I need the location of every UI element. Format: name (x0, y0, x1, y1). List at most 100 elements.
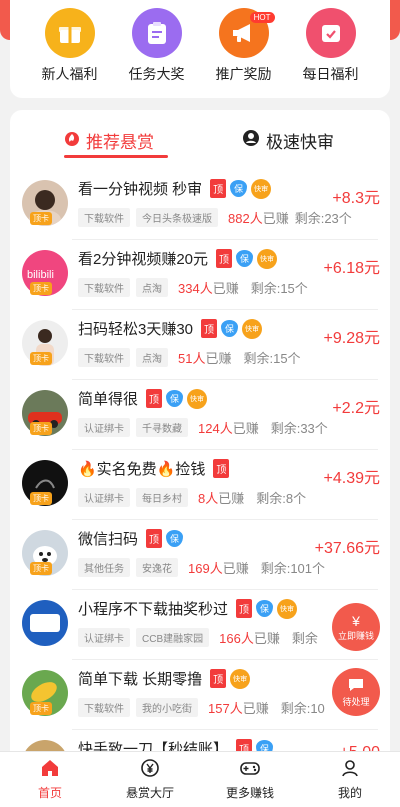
avatar-tag: 顶卡 (30, 352, 52, 365)
task-list-card: 推荐悬赏 极速快审 顶卡 看一分钟视频 秒审 顶 保 快审 下载软件 今日头条极… (10, 110, 390, 807)
tab-profile[interactable]: 我的 (300, 752, 400, 807)
tab-home[interactable]: 首页 (0, 752, 100, 807)
hot-badge: HOT (249, 12, 275, 23)
task-meta: 下载软件 点淘 334人已赚 剩余:15个 (78, 278, 308, 297)
task-reward: +6.18元 (323, 260, 381, 277)
quick-action-label: 新人福利 (41, 66, 98, 82)
earned-suffix: 已赚 (218, 491, 245, 506)
task-row[interactable]: 顶卡 扫码轻松3天赚30 顶 保 快审 下载软件 点淘 51人已赚 剩余:15个… (10, 310, 390, 380)
guarantee-badge: 保 (230, 180, 248, 197)
remaining: 剩余 (291, 631, 318, 646)
task-meta: 其他任务 安逸花 169人已赚 剩余:101个 (78, 558, 325, 577)
quick-action-label: 推广奖励 (215, 66, 272, 82)
fast-review-badge: 快审 (242, 318, 263, 339)
task-title: 扫码轻松3天赚30 (78, 321, 194, 338)
pending-label: 待处理 (342, 696, 370, 707)
task-title-line: 微信扫码 顶 保 (78, 528, 184, 549)
task-source: 点淘 (136, 278, 168, 297)
quick-action-daily[interactable]: 每日福利 (283, 8, 378, 84)
remaining: 剩余:15个 (250, 281, 308, 296)
task-title: 看一分钟视频 秒审 (78, 181, 203, 198)
task-title-line: 看一分钟视频 秒审 顶 保 快审 (78, 178, 272, 199)
remaining: 剩余:10 (280, 701, 325, 716)
home-icon (40, 758, 60, 781)
guarantee-badge: 保 (221, 320, 239, 337)
task-category: 认证绑卡 (78, 628, 130, 647)
task-source: 点淘 (136, 348, 168, 367)
pending-button[interactable]: 待处理 (332, 668, 380, 716)
task-title: 小程序不下载抽奖秒过 (78, 601, 229, 618)
task-row[interactable]: 顶卡 看一分钟视频 秒审 顶 保 快审 下载软件 今日头条极速版 882人已赚 … (10, 170, 390, 240)
task-row[interactable]: 顶卡 微信扫码 顶 保 其他任务 安逸花 169人已赚 剩余:101个 +37.… (10, 520, 390, 590)
task-meta: 下载软件 今日头条极速版 882人已赚 剩余:23个 (78, 208, 352, 227)
top-badge: 顶 (210, 179, 227, 198)
quick-action-label: 任务大奖 (128, 66, 185, 82)
remaining: 剩余:23个 (294, 211, 352, 226)
task-category: 认证绑卡 (78, 488, 130, 507)
top-badge: 顶 (210, 669, 227, 688)
task-source: 每日乡村 (136, 488, 188, 507)
tab-label: 推荐悬赏 (86, 133, 154, 152)
task-category: 下载软件 (78, 208, 130, 227)
task-title-line: 扫码轻松3天赚30 顶 保 快审 (78, 318, 263, 339)
remaining: 剩余:101个 (260, 561, 326, 576)
task-category: 下载软件 (78, 278, 130, 297)
app-page: 新人福利 任务大奖 HOT 推广奖励 每日福利 推荐悬赏 极速快审 顶卡 看一分… (0, 0, 400, 807)
earned-count: 157人 (208, 701, 243, 716)
chat-icon (347, 677, 365, 695)
quick-action-tasks[interactable]: 任务大奖 (109, 8, 204, 84)
tab-more-earn[interactable]: 更多赚钱 (200, 752, 300, 807)
task-category: 认证绑卡 (78, 418, 130, 437)
active-tab-indicator (64, 155, 168, 158)
task-reward: +2.2元 (332, 400, 380, 417)
top-badge: 顶 (236, 599, 253, 618)
earned-suffix: 已赚 (205, 351, 232, 366)
task-meta: 认证绑卡 千寻数藏 124人已赚 剩余:33个 (78, 418, 328, 437)
fast-review-badge: 快审 (251, 178, 272, 199)
earned-count: 334人 (178, 281, 213, 296)
top-badge: 顶 (216, 249, 233, 268)
tab-fast-review[interactable]: 极速快审 (242, 128, 334, 153)
gift-icon (44, 8, 95, 58)
earned-count: 169人 (188, 561, 223, 576)
clipboard-icon (131, 8, 182, 58)
tab-label: 首页 (37, 786, 62, 800)
task-title: 微信扫码 (78, 531, 139, 548)
tab-recommended[interactable]: 推荐悬赏 (64, 128, 154, 153)
earned-suffix: 已赚 (242, 701, 269, 716)
task-reward: +8.3元 (332, 190, 380, 207)
profile-icon (340, 758, 360, 781)
task-title-line: 🔥实名免费🔥捡钱 顶 (78, 458, 230, 479)
avatar-tag: 顶卡 (30, 212, 52, 225)
task-row[interactable]: 顶卡 简单得很 顶 保 快审 认证绑卡 千寻数藏 124人已赚 剩余:33个 +… (10, 380, 390, 450)
earn-now-button[interactable]: ¥ 立即赚钱 (332, 603, 380, 651)
quick-actions-card: 新人福利 任务大奖 HOT 推广奖励 每日福利 (10, 0, 390, 98)
task-meta: 认证绑卡 CCB建融家园 166人已赚 剩余 (78, 628, 318, 647)
task-meta: 下载软件 点淘 51人已赚 剩余:15个 (78, 348, 301, 367)
task-source: 我的小吃街 (136, 698, 198, 717)
quick-action-newbie[interactable]: 新人福利 (22, 8, 117, 84)
yen-icon: ¥ (352, 612, 360, 629)
top-badge: 顶 (146, 389, 163, 408)
fast-review-badge: 快审 (277, 598, 298, 619)
tab-reward-hall[interactable]: 悬赏大厅 (100, 752, 200, 807)
guarantee-badge: 保 (256, 600, 274, 617)
quick-action-promo[interactable]: HOT 推广奖励 (196, 8, 291, 84)
earned-count: 51人 (178, 351, 206, 366)
task-row[interactable]: bilibili 顶卡 看2分钟视频赚20元 顶 保 快审 下载软件 点淘 33… (10, 240, 390, 310)
earned-suffix: 已赚 (232, 421, 259, 436)
task-source: 千寻数藏 (136, 418, 188, 437)
remaining: 剩余:33个 (270, 421, 328, 436)
task-tabs: 推荐悬赏 极速快审 (10, 110, 390, 166)
avatar-tag: 顶卡 (30, 282, 52, 295)
top-badge: 顶 (201, 319, 218, 338)
guarantee-badge: 保 (166, 390, 184, 407)
task-category: 下载软件 (78, 698, 130, 717)
task-reward: +4.39元 (323, 470, 381, 487)
task-meta: 下载软件 我的小吃街 157人已赚 剩余:10 (78, 698, 325, 717)
task-title: 简单下载 长期零撸 (78, 671, 203, 688)
task-source: 今日头条极速版 (136, 208, 218, 227)
task-row[interactable]: 顶卡 🔥实名免费🔥捡钱 顶 认证绑卡 每日乡村 8人已赚 剩余:8个 +4.39… (10, 450, 390, 520)
task-meta: 认证绑卡 每日乡村 8人已赚 剩余:8个 (78, 488, 306, 507)
task-avatar (22, 600, 68, 646)
